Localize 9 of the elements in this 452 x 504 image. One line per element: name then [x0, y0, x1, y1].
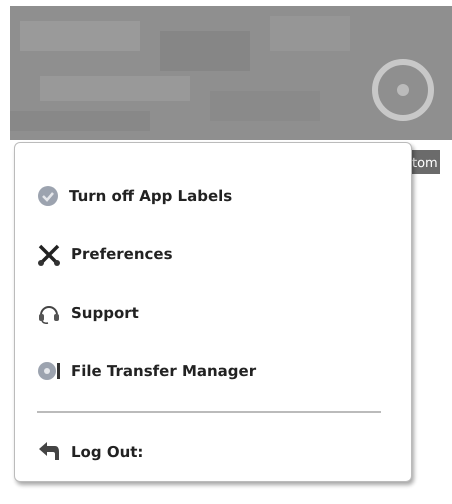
menu-item[interactable]: File Transfer Manager: [37, 342, 389, 401]
menu-item[interactable]: Log Out:: [37, 422, 389, 482]
settings-label: tom: [412, 156, 438, 171]
tools-icon: [37, 242, 61, 267]
menu-item[interactable]: Support: [37, 284, 389, 342]
check-icon: [37, 185, 59, 208]
menu-item[interactable]: Preferences: [37, 225, 389, 284]
disc-icon: [37, 360, 61, 382]
menu-item[interactable]: Turn off App Labels: [37, 167, 389, 226]
